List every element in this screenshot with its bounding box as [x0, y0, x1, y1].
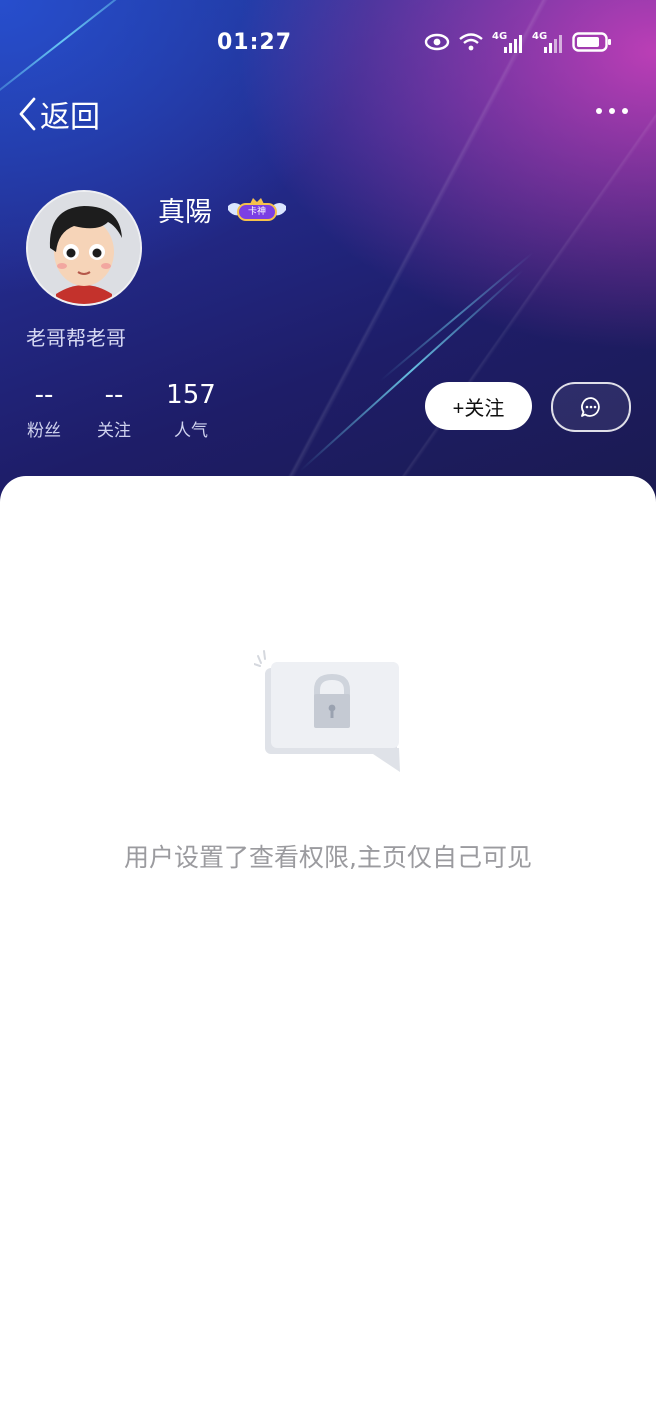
more-dots-icon	[622, 108, 628, 114]
back-button[interactable]: 返回	[18, 92, 100, 136]
stat-following-value: --	[104, 380, 124, 410]
eye-icon	[424, 33, 450, 55]
level-badge: 卡神	[226, 196, 288, 224]
user-signature: 老哥帮老哥	[26, 326, 126, 350]
light-streak	[299, 269, 524, 472]
wifi-icon	[458, 32, 484, 56]
badge-label: 卡神	[247, 207, 266, 217]
signal-4g-icon: 4G	[532, 31, 564, 55]
stat-popularity: 157 人气	[166, 378, 216, 441]
more-dots-icon	[609, 108, 615, 114]
chevron-left-icon	[19, 97, 36, 131]
stat-following-label: 关注	[97, 421, 131, 441]
user-name: 真陽	[158, 197, 212, 228]
signal-4g-icon: 4G	[492, 31, 524, 55]
chat-bubble-icon	[581, 397, 600, 417]
privacy-notice-text: 用户设置了查看权限,主页仅自己可见	[124, 843, 532, 872]
stat-popularity-value: 157	[166, 380, 216, 410]
follow-button[interactable]: +关注	[425, 382, 532, 430]
battery-icon	[572, 32, 612, 56]
profile-content-card	[0, 476, 656, 1424]
stat-fans[interactable]: -- 粉丝	[26, 378, 62, 441]
more-dots-icon	[596, 108, 602, 114]
message-button[interactable]	[551, 382, 631, 432]
locked-message-icon	[254, 650, 400, 772]
more-options-button[interactable]	[596, 104, 628, 118]
status-time: 01:27	[217, 30, 293, 55]
stat-fans-value: --	[34, 380, 54, 410]
stat-following[interactable]: -- 关注	[96, 378, 132, 441]
status-bar: 01:27 4G 4G	[0, 0, 656, 88]
back-label: 返回	[40, 100, 100, 135]
cartoon-boy-avatar-icon	[28, 192, 140, 304]
light-streak	[379, 251, 534, 382]
stat-fans-label: 粉丝	[27, 421, 61, 441]
stat-popularity-label: 人气	[174, 421, 208, 441]
status-icons: 4G 4G	[424, 31, 612, 56]
avatar[interactable]	[26, 190, 142, 306]
